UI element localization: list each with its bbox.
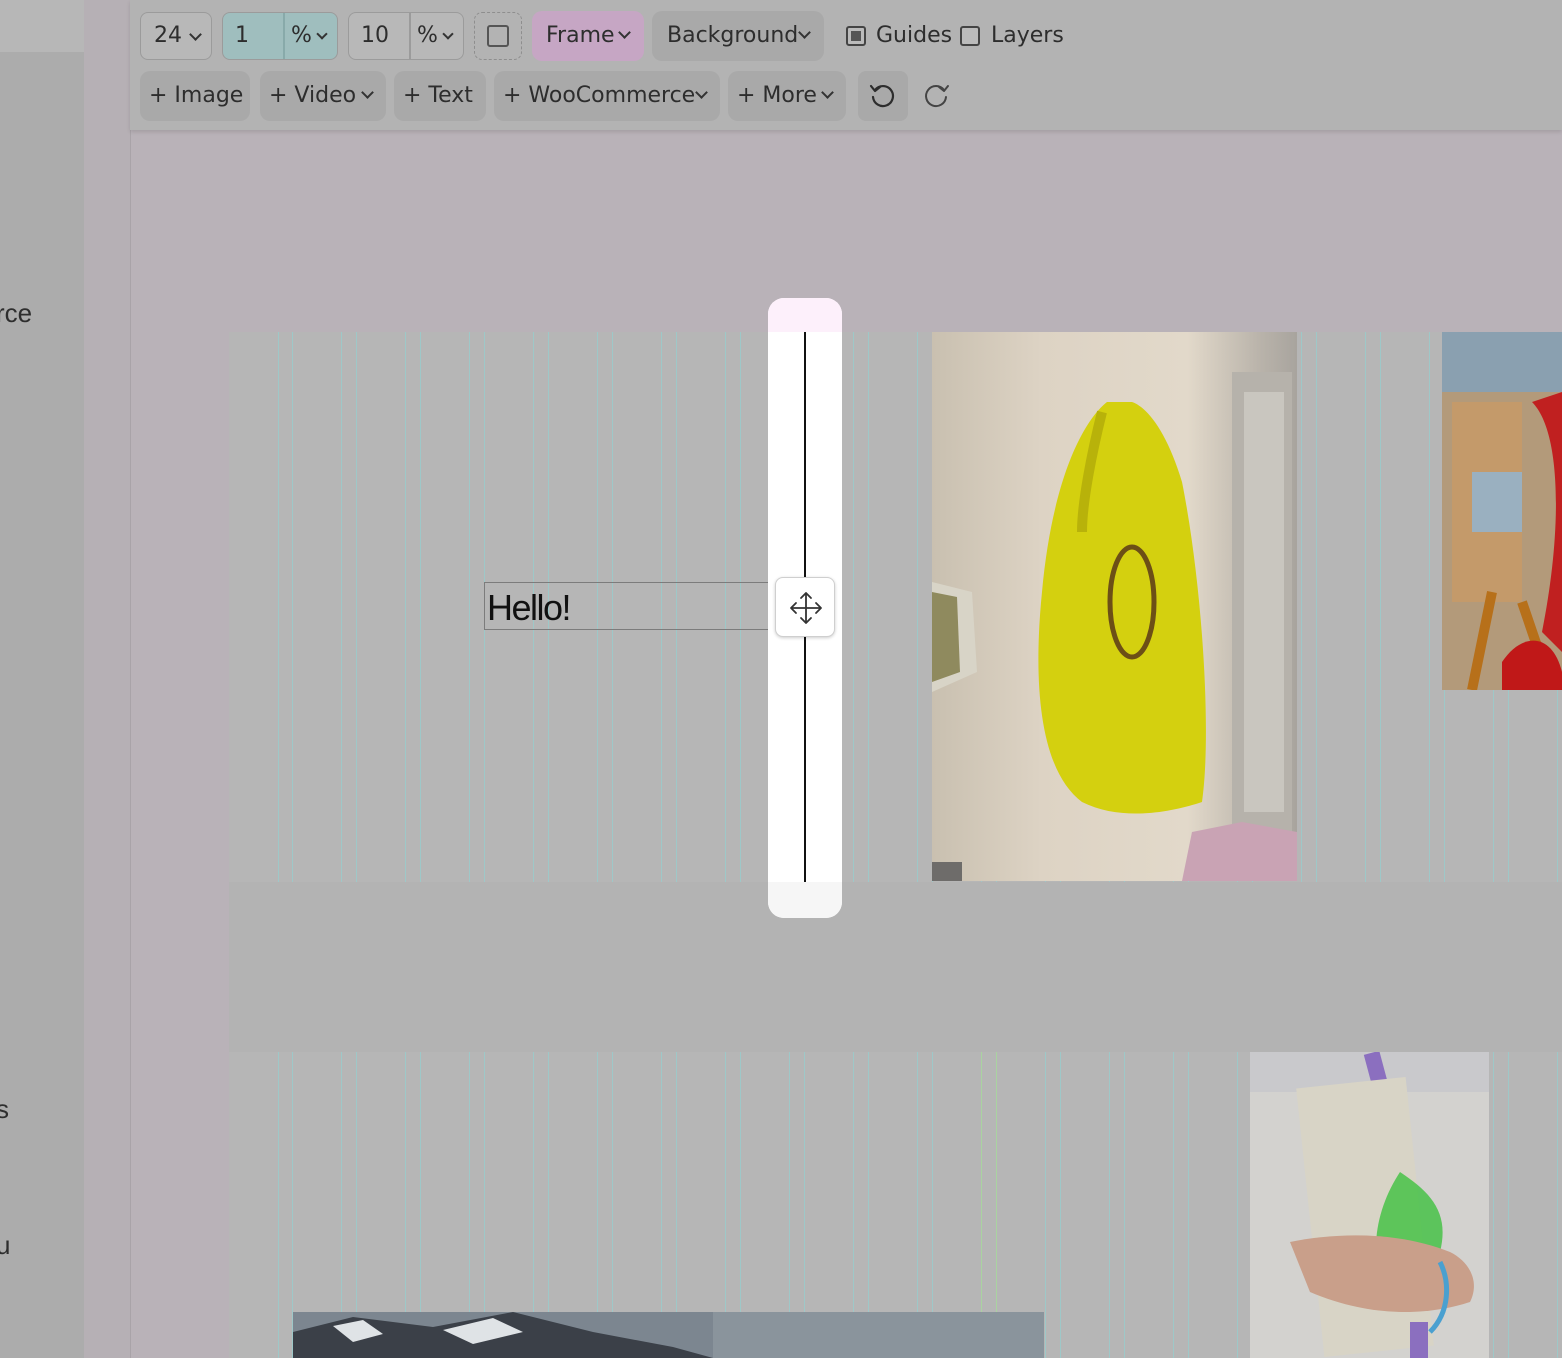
grid-guide-line [341, 332, 342, 882]
grid-guide-line [1045, 1052, 1046, 1358]
chevron-down-icon [316, 28, 328, 40]
left-panel-text-fragment[interactable]: s [0, 1094, 9, 1125]
grid-guide-line [420, 332, 421, 882]
grid-guide-line [278, 1052, 279, 1358]
chevron-down-icon [798, 26, 811, 39]
add-image-button[interactable]: + Image [140, 71, 250, 121]
grid-guide-line [868, 332, 869, 882]
add-more-label: + More [737, 83, 817, 108]
add-video-button[interactable]: + Video [260, 71, 386, 121]
left-panel-text-fragment[interactable]: u [0, 1230, 10, 1261]
grid-guide-line [1188, 1052, 1189, 1358]
grid-guide-line [1237, 1052, 1238, 1358]
redo-icon [925, 85, 949, 108]
chevron-down-icon [442, 28, 454, 40]
square-icon [487, 25, 509, 47]
gap-input-group: 1 % [222, 12, 338, 60]
chevron-down-icon [361, 86, 374, 99]
editor-toolbar: 24 1 % 10 % Frame Background Guides Laye… [130, 0, 1562, 130]
frame-toggle-button[interactable] [474, 12, 522, 60]
image-shop-shelf[interactable] [1442, 332, 1562, 690]
grid-guide-line [356, 332, 357, 882]
left-panel: rce s u [0, 0, 84, 1358]
resize-handle-bottom-cap [768, 882, 842, 918]
left-panel-text-fragment[interactable]: rce [0, 298, 32, 329]
grid-guide-line [1508, 1052, 1509, 1358]
resize-handle-top-cap [768, 298, 842, 332]
undo-button[interactable] [858, 71, 908, 121]
image-yellow-coat[interactable] [932, 332, 1297, 881]
redo-button[interactable] [918, 80, 954, 114]
chevron-down-icon [695, 86, 708, 99]
background-label: Background [667, 23, 799, 48]
add-woocommerce-button[interactable]: + WooCommerce [494, 71, 720, 121]
columns-select[interactable]: 24 [140, 12, 212, 60]
margin-unit-select[interactable]: % [417, 23, 438, 48]
divider [409, 13, 411, 59]
grid-guide-line [917, 332, 918, 882]
text-block[interactable]: Hello! [484, 582, 774, 630]
frame-label: Frame [546, 23, 615, 48]
gap-input[interactable]: 1 [235, 23, 249, 48]
grid-guide-line [1365, 332, 1366, 882]
grid-guide-line [1124, 1052, 1125, 1358]
canvas-section-top[interactable] [229, 332, 1562, 882]
background-dropdown[interactable]: Background [652, 11, 824, 61]
grid-guide-line [1380, 332, 1381, 882]
layers-checkbox[interactable] [960, 26, 980, 46]
guides-checkbox[interactable] [846, 26, 866, 46]
grid-guide-line [1173, 1052, 1174, 1358]
move-handle[interactable] [775, 577, 835, 637]
add-woocommerce-label: + WooCommerce [503, 83, 696, 108]
chevron-down-icon [189, 28, 202, 41]
left-panel-header [0, 0, 84, 52]
frame-dropdown[interactable]: Frame [532, 11, 644, 61]
divider [283, 13, 285, 59]
canvas-spacer-band [229, 882, 1562, 1052]
add-image-label: + Image [149, 83, 244, 108]
photo-content [1250, 1052, 1489, 1358]
grid-guide-line [278, 332, 279, 882]
margin-input[interactable]: 10 [361, 23, 389, 48]
photo-content [932, 372, 1297, 881]
undo-icon [869, 84, 895, 108]
grid-guide-line [1557, 1052, 1558, 1358]
grid-guide-line [853, 332, 854, 882]
columns-value: 24 [154, 23, 182, 48]
chevron-down-icon [618, 26, 631, 39]
chevron-down-icon [821, 86, 834, 99]
add-text-button[interactable]: + Text [394, 71, 486, 121]
grid-guide-line [405, 332, 406, 882]
add-text-label: + Text [403, 83, 473, 108]
gap-unit-select[interactable]: % [291, 23, 312, 48]
guides-label[interactable]: Guides [876, 23, 952, 48]
grid-guide-line [1429, 332, 1430, 882]
text-block-content[interactable]: Hello! [487, 587, 572, 629]
add-more-button[interactable]: + More [728, 71, 846, 121]
editor-gutter [84, 0, 131, 1358]
grid-guide-line [292, 332, 293, 882]
move-arrows-icon [790, 592, 822, 624]
grid-guide-line [1301, 332, 1302, 882]
photo-content [1442, 332, 1562, 690]
grid-guide-line [1493, 1052, 1494, 1358]
image-hand-drawing[interactable] [1250, 1052, 1489, 1358]
image-snowy-mountain[interactable] [293, 1312, 1044, 1358]
grid-guide-line [1060, 1052, 1061, 1358]
grid-guide-line [1109, 1052, 1110, 1358]
add-video-label: + Video [269, 83, 357, 108]
photo-content [293, 1312, 1044, 1358]
grid-guide-line [1316, 332, 1317, 882]
layers-label[interactable]: Layers [991, 23, 1064, 48]
grid-guide-line [469, 332, 470, 882]
margin-input-group: 10 % [348, 12, 464, 60]
